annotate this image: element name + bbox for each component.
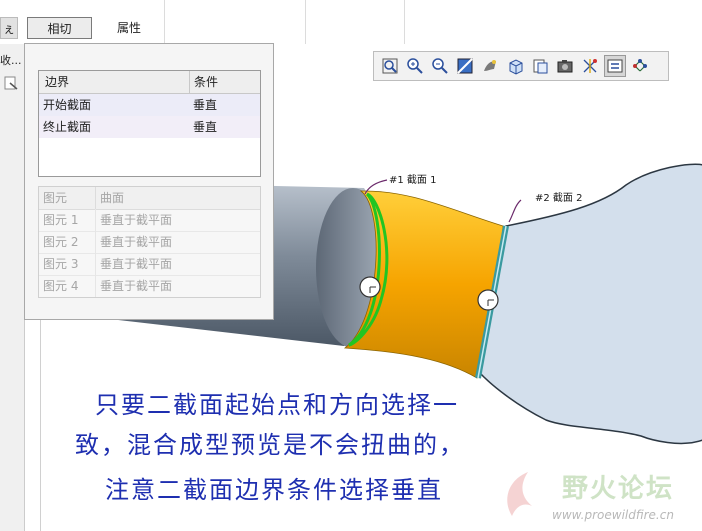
view-toolbar [373,51,669,81]
snapshot-icon[interactable] [554,55,576,77]
boundary-table-header: 边界 条件 [39,71,260,94]
zoom-fit-icon[interactable] [379,55,401,77]
element-cell: 图元 3 [43,257,79,271]
datum-display-icon[interactable] [579,55,601,77]
element-cell: 图元 4 [43,279,79,293]
table-row: 图元 2 垂直于截平面 [39,231,260,254]
element-table-header: 图元 曲面 [39,187,260,210]
caption-line-3: 注意二截面边界条件选择垂直 [105,476,443,504]
zoom-in-icon[interactable] [404,55,426,77]
tab-tangency[interactable]: 相切 [27,17,92,39]
saved-views-icon[interactable] [504,55,526,77]
spin-center-icon[interactable] [629,55,651,77]
zoom-out-icon[interactable] [429,55,451,77]
tree-tool-icon[interactable] [2,74,22,94]
condition-cell[interactable]: 垂直 [189,116,261,138]
divider [404,0,405,44]
display-style-icon[interactable] [479,55,501,77]
condition-cell[interactable]: 垂直 [189,94,261,116]
dashboard-tab-strip: ぇ 相切 属性 [0,0,702,45]
boundary-cell: 终止截面 [43,120,92,134]
element-cell: 图元 1 [43,213,79,227]
tab-partial[interactable]: ぇ [0,17,18,39]
boundary-cell: 开始截面 [43,98,92,112]
surface-cell: 垂直于截平面 [95,275,260,297]
orient-toggle-icon[interactable] [603,55,626,77]
column-header-element: 图元 [43,191,68,205]
sketch-plane [478,163,702,445]
section-1-label: #1 截面 1 [389,175,437,186]
repaint-icon[interactable] [454,55,476,77]
divider [305,0,306,44]
section-2-label: #2 截面 2 [535,193,583,204]
tangency-panel: 边界 条件 开始截面 垂直 终止截面 垂直 图元 曲面 图元 1 垂直于截平面 … [24,43,274,320]
column-header-surface: 曲面 [95,187,260,209]
forum-logo [498,466,538,522]
surface-cell: 垂直于截平面 [95,253,260,275]
table-row[interactable]: 开始截面 垂直 [39,94,260,116]
model-tree-pane: 收... [0,44,25,531]
surface-cell: 垂直于截平面 [95,209,260,231]
view-manager-icon[interactable] [529,55,551,77]
divider [164,0,165,44]
table-row: 图元 4 垂直于截平面 [39,275,260,297]
table-row[interactable]: 终止截面 垂直 [39,116,260,138]
caption-line-1: 只要二截面起始点和方向选择一 [95,391,459,419]
column-header-boundary: 边界 [45,75,70,89]
tab-properties[interactable]: 属性 [96,17,162,39]
collapse-label[interactable]: 收... [0,52,22,68]
table-row: 图元 1 垂直于截平面 [39,209,260,232]
watermark-title: 野火论坛 [562,474,675,504]
surface-cell: 垂直于截平面 [95,231,260,253]
element-table: 图元 曲面 图元 1 垂直于截平面 图元 2 垂直于截平面 图元 3 垂直于截平… [38,186,261,298]
boundary-table: 边界 条件 开始截面 垂直 终止截面 垂直 [38,70,261,177]
caption-line-2: 致，混合成型预览是不会扭曲的， [75,431,465,459]
table-row: 图元 3 垂直于截平面 [39,253,260,276]
column-header-condition: 条件 [189,71,261,93]
element-cell: 图元 2 [43,235,79,249]
watermark-url: www.proewildfire.cn [552,508,674,522]
